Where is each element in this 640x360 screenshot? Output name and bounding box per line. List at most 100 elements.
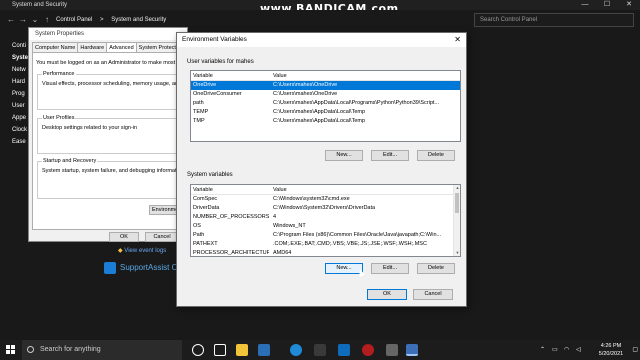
address-bar[interactable]: Control Panel > System and Security <box>56 14 466 26</box>
system-list-scrollbar[interactable]: ▲ ▼ <box>453 185 460 256</box>
mail-icon[interactable] <box>338 344 350 356</box>
notification-icon[interactable]: ▢ <box>632 346 638 353</box>
group-text: Visual effects, processor scheduling, me… <box>42 81 191 87</box>
list-item[interactable]: PROCESSOR_ARCHITECTURE AMD64 <box>191 249 460 256</box>
user-profiles-group: User Profiles Desktop settings related t… <box>37 115 177 154</box>
variable-name: PATHEXT <box>193 241 218 247</box>
up-icon[interactable]: ↑ <box>42 14 52 26</box>
column-value[interactable]: Value <box>273 185 448 195</box>
variable-name: Path <box>193 232 205 238</box>
windows-start-icon[interactable] <box>6 345 16 355</box>
ok-button[interactable]: OK <box>109 232 139 242</box>
list-item[interactable]: DriverData C:\Windows\System32\Drivers\D… <box>191 204 460 213</box>
minimize-icon[interactable]: — <box>574 0 596 10</box>
scroll-down-icon[interactable]: ▼ <box>454 250 460 256</box>
user-edit-button[interactable]: Edit... <box>371 150 409 161</box>
dialog-title: System Properties <box>29 28 187 40</box>
list-item[interactable]: OneDriveConsumer C:\Users\mahes\OneDrive <box>191 90 460 99</box>
scroll-thumb[interactable] <box>455 193 459 213</box>
terminal-icon[interactable] <box>314 344 326 356</box>
battery-icon[interactable]: ▭ <box>552 346 558 353</box>
cancel-button[interactable]: Cancel <box>413 289 453 300</box>
list-item[interactable]: NUMBER_OF_PROCESSORS 4 <box>191 213 460 222</box>
system-variables-list[interactable]: Variable Value ComSpec C:\Windows\system… <box>190 184 461 257</box>
list-item[interactable]: path C:\Users\mahes\AppData\Local\Progra… <box>191 99 460 108</box>
user-delete-button[interactable]: Delete <box>417 150 455 161</box>
cancel-button[interactable]: Cancel <box>145 232 179 242</box>
taskbar-search-input[interactable]: Search for anything <box>22 340 182 360</box>
variable-value: C:\Users\mahes\OneDrive <box>273 82 338 88</box>
user-new-button[interactable]: New... <box>325 150 363 161</box>
list-item[interactable]: OS Windows_NT <box>191 222 460 231</box>
taskbar: Search for anything ⌃ ▭ ◠ ◁ 4:26 PM 5/20… <box>0 340 640 360</box>
variable-name: OneDriveConsumer <box>193 91 242 97</box>
sidebar-item[interactable]: Ease <box>12 136 28 148</box>
variable-value: C:\Users\mahes\AppData\Local\Temp <box>273 109 366 115</box>
variable-value: C:\Users\mahes\AppData\Local\Temp <box>273 118 366 124</box>
ok-button[interactable]: OK <box>367 289 407 300</box>
view-event-logs-link[interactable]: ◆ View event logs <box>118 247 166 254</box>
sidebar-item[interactable]: Hard <box>12 76 28 88</box>
clock[interactable]: 4:26 PM 5/20/2021 <box>592 342 630 358</box>
variable-value: Windows_NT <box>273 223 306 229</box>
breadcrumb-system-security[interactable]: System and Security <box>111 17 166 23</box>
settings-app-icon[interactable] <box>386 344 398 356</box>
user-variables-label: User variables for mahes <box>187 59 254 65</box>
variable-name: TMP <box>193 118 205 124</box>
scroll-up-icon[interactable]: ▲ <box>454 185 460 191</box>
list-header: Variable Value <box>191 71 460 81</box>
group-label: User Profiles <box>42 115 76 121</box>
column-variable[interactable]: Variable <box>193 185 269 195</box>
list-item[interactable]: ComSpec C:\Windows\system32\cmd.exe <box>191 195 460 204</box>
list-item[interactable]: PATHEXT .COM;.EXE;.BAT;.CMD;.VBS;.VBE;.J… <box>191 240 460 249</box>
list-item[interactable]: Path C:\Program Files (x86)\Common Files… <box>191 231 460 240</box>
wifi-icon[interactable]: ◠ <box>564 346 569 353</box>
file-explorer-icon[interactable] <box>236 344 248 356</box>
search-icon <box>27 346 34 353</box>
list-item[interactable]: OneDrive C:\Users\mahes\OneDrive <box>191 81 460 90</box>
breadcrumb-control-panel[interactable]: Control Panel <box>56 17 92 23</box>
volume-icon[interactable]: ◁ <box>576 346 581 353</box>
variable-value: AMD64 <box>273 250 292 256</box>
variable-name: ComSpec <box>193 196 218 202</box>
maximize-icon[interactable]: ☐ <box>596 0 618 10</box>
support-assist-link[interactable]: SupportAssist O <box>104 262 178 274</box>
sidebar-item[interactable]: Clock <box>12 124 28 136</box>
list-item[interactable]: TMP C:\Users\mahes\AppData\Local\Temp <box>191 117 460 126</box>
column-value[interactable]: Value <box>273 71 448 81</box>
close-icon[interactable]: ✕ <box>454 33 461 47</box>
bandicam-icon[interactable] <box>362 344 374 356</box>
sidebar-item[interactable]: Netw <box>12 64 28 76</box>
system-delete-button[interactable]: Delete <box>417 263 455 274</box>
edge-icon[interactable] <box>290 344 302 356</box>
cortana-icon[interactable] <box>192 344 204 356</box>
task-view-icon[interactable] <box>214 344 226 356</box>
sidebar-item[interactable]: Appe <box>12 112 28 124</box>
variable-value: C:\Users\mahes\AppData\Local\Programs\Py… <box>273 100 439 106</box>
back-icon[interactable]: ← <box>6 14 16 26</box>
environment-variables-dialog: Environment Variables ✕ User variables f… <box>176 32 467 307</box>
sidebar-item[interactable]: Syste <box>12 52 28 64</box>
close-icon[interactable]: ✕ <box>618 0 640 10</box>
store-icon[interactable] <box>258 344 270 356</box>
sidebar-item[interactable]: Prog <box>12 88 28 100</box>
show-hidden-icons-icon[interactable]: ⌃ <box>540 346 545 353</box>
sidebar-item[interactable]: Conti <box>12 40 28 52</box>
group-text: Desktop settings related to your sign-in <box>42 125 138 131</box>
variable-name: DriverData <box>193 205 220 211</box>
variable-value: C:\Users\mahes\OneDrive <box>273 91 338 97</box>
recent-icon[interactable]: ⌄ <box>30 14 40 26</box>
variable-name: TEMP <box>193 109 209 115</box>
forward-icon[interactable]: → <box>18 14 28 26</box>
startup-recovery-group: Startup and Recovery System startup, sys… <box>37 158 184 199</box>
breadcrumb-separator: > <box>100 17 104 23</box>
search-input[interactable]: Search Control Panel <box>474 13 634 27</box>
support-assist-icon <box>104 262 116 274</box>
system-edit-button[interactable]: Edit... <box>371 263 409 274</box>
sidebar-item[interactable]: User <box>12 100 28 112</box>
user-variables-list[interactable]: Variable Value OneDrive C:\Users\mahes\O… <box>190 70 461 142</box>
control-panel-icon[interactable] <box>406 344 418 356</box>
list-item[interactable]: TEMP C:\Users\mahes\AppData\Local\Temp <box>191 108 460 117</box>
column-variable[interactable]: Variable <box>193 71 269 81</box>
variable-value: 4 <box>273 214 277 220</box>
